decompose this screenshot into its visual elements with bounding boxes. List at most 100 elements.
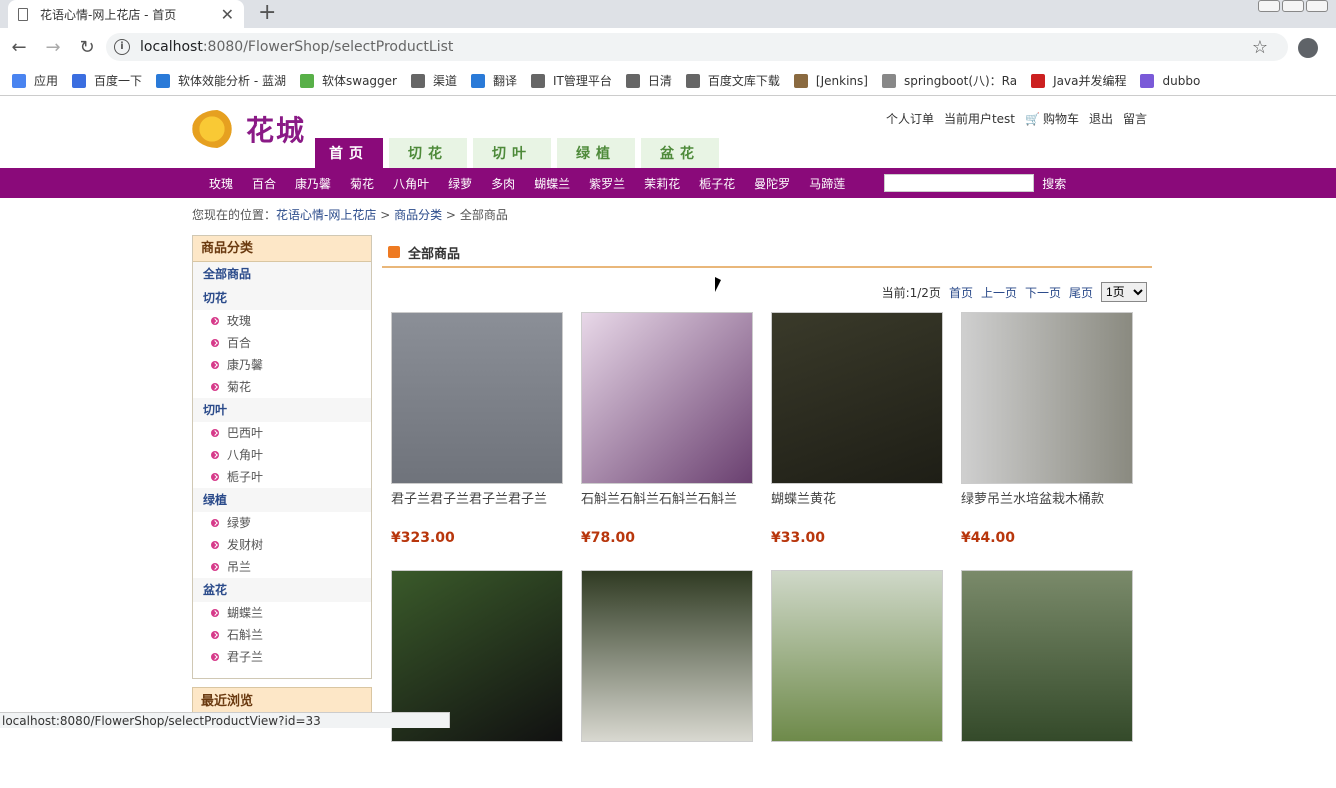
forward-icon[interactable]: →	[38, 37, 68, 58]
logout-link[interactable]: 退出	[1089, 110, 1113, 127]
bookmark-favicon-icon	[156, 73, 171, 88]
category-link[interactable]: 茉莉花	[644, 175, 680, 192]
sidebar-group[interactable]: 盆花	[193, 578, 371, 602]
sidebar-group[interactable]: 切叶	[193, 398, 371, 422]
product-image[interactable]	[771, 570, 943, 742]
bookmark-item[interactable]: 日清	[625, 72, 672, 89]
product-image[interactable]	[771, 312, 943, 484]
page-select[interactable]: 1页	[1101, 282, 1147, 302]
sidebar-item[interactable]: 蝴蝶兰	[193, 602, 371, 624]
product-name[interactable]: 蝴蝶兰黄花	[771, 488, 943, 508]
bookmark-item[interactable]: springboot(八)：Ra	[881, 72, 1017, 89]
category-link[interactable]: 八角叶	[393, 175, 429, 192]
reload-icon[interactable]: ↻	[72, 37, 102, 58]
bookmark-item[interactable]: 翻译	[471, 72, 517, 89]
message-link[interactable]: 留言	[1123, 110, 1147, 127]
category-link[interactable]: 菊花	[350, 175, 374, 192]
pager-next[interactable]: 下一页	[1025, 284, 1061, 301]
main-nav-tab[interactable]: 切叶	[473, 138, 551, 168]
category-link[interactable]: 康乃馨	[295, 175, 331, 192]
sidebar-item[interactable]: 菊花	[193, 376, 371, 398]
pager-last[interactable]: 尾页	[1069, 284, 1093, 301]
product-image[interactable]	[961, 570, 1133, 742]
product-card[interactable]: 绿萝吊兰水培盆栽木桶款 ¥44.00	[961, 312, 1133, 546]
sidebar-item[interactable]: 栀子叶	[193, 466, 371, 488]
sidebar-item[interactable]: 玫瑰	[193, 310, 371, 332]
product-name[interactable]	[771, 746, 943, 766]
bookmark-item[interactable]: 应用	[12, 72, 58, 89]
close-window-icon[interactable]	[1306, 0, 1328, 12]
category-link[interactable]: 栀子花	[699, 175, 735, 192]
pager-prev[interactable]: 上一页	[981, 284, 1017, 301]
sidebar-item[interactable]: 绿萝	[193, 512, 371, 534]
product-image[interactable]	[391, 312, 563, 484]
browser-tab[interactable]: 花语心情-网上花店 - 首页 ✕	[8, 0, 244, 28]
sidebar-item[interactable]: 康乃馨	[193, 354, 371, 376]
new-tab-icon[interactable]: +	[258, 2, 276, 24]
breadcrumb-home[interactable]: 花语心情-网上花店	[276, 208, 376, 222]
account-avatar-icon[interactable]	[1298, 38, 1318, 58]
product-card[interactable]	[961, 570, 1133, 788]
search-input[interactable]	[884, 174, 1035, 192]
product-name[interactable]	[391, 746, 563, 766]
close-tab-icon[interactable]: ✕	[221, 5, 234, 24]
bookmark-item[interactable]: [Jenkins]	[793, 73, 868, 88]
product-image[interactable]	[581, 570, 753, 742]
product-image[interactable]	[581, 312, 753, 484]
sidebar-group[interactable]: 绿植	[193, 488, 371, 512]
maximize-icon[interactable]	[1282, 0, 1304, 12]
product-card[interactable]: 蝴蝶兰黄花 ¥33.00	[771, 312, 943, 546]
minimize-icon[interactable]	[1258, 0, 1280, 12]
cart-link[interactable]: 🛒 购物车	[1025, 110, 1079, 127]
back-icon[interactable]: ←	[4, 37, 34, 58]
category-link[interactable]: 百合	[252, 175, 276, 192]
category-link[interactable]: 曼陀罗	[754, 175, 790, 192]
bookmark-item[interactable]: dubbo	[1140, 73, 1200, 88]
breadcrumb-category[interactable]: 商品分类	[394, 208, 442, 222]
product-card[interactable]: 君子兰君子兰君子兰君子兰 ¥323.00	[391, 312, 563, 546]
sidebar-item[interactable]: 发财树	[193, 534, 371, 556]
bookmark-item[interactable]: Java并发编程	[1031, 72, 1126, 89]
sidebar-all[interactable]: 全部商品	[193, 262, 371, 286]
product-card[interactable]	[391, 570, 563, 788]
product-image[interactable]	[961, 312, 1133, 484]
product-name[interactable]: 绿萝吊兰水培盆栽木桶款	[961, 488, 1133, 508]
bookmark-item[interactable]: IT管理平台	[531, 72, 612, 89]
bookmark-item[interactable]: 软体swagger	[300, 72, 397, 89]
info-icon[interactable]: i	[114, 39, 130, 55]
sidebar-item[interactable]: 百合	[193, 332, 371, 354]
main-nav-tab[interactable]: 绿植	[557, 138, 635, 168]
bookmark-item[interactable]: 软体效能分析 - 蓝湖	[156, 72, 286, 89]
sidebar-item[interactable]: 石斛兰	[193, 624, 371, 646]
orders-link[interactable]: 个人订单	[886, 110, 934, 127]
bookmark-item[interactable]: 百度一下	[72, 72, 142, 89]
category-link[interactable]: 玫瑰	[209, 175, 233, 192]
category-link[interactable]: 多肉	[491, 175, 515, 192]
site-logo[interactable]: 花城	[192, 108, 312, 150]
product-name[interactable]: 石斛兰石斛兰石斛兰石斛兰	[581, 488, 753, 508]
bookmark-star-icon[interactable]: ☆	[1252, 37, 1268, 58]
sidebar-item[interactable]: 吊兰	[193, 556, 371, 578]
main-nav-tab[interactable]: 盆花	[641, 138, 719, 168]
category-link[interactable]: 紫罗兰	[589, 175, 625, 192]
product-name[interactable]	[961, 746, 1133, 766]
product-card[interactable]: 石斛兰石斛兰石斛兰石斛兰 ¥78.00	[581, 312, 753, 546]
bookmark-item[interactable]: 百度文库下载	[685, 72, 780, 89]
main-nav-tab[interactable]: 切花	[389, 138, 467, 168]
product-name[interactable]: 君子兰君子兰君子兰君子兰	[391, 488, 563, 508]
sidebar-item[interactable]: 君子兰	[193, 646, 371, 668]
sidebar-item[interactable]: 巴西叶	[193, 422, 371, 444]
category-link[interactable]: 绿萝	[448, 175, 472, 192]
search-button[interactable]: 搜索	[1042, 175, 1066, 192]
bookmark-item[interactable]: 渠道	[410, 72, 457, 89]
product-card[interactable]	[581, 570, 753, 788]
category-link[interactable]: 蝴蝶兰	[534, 175, 570, 192]
pager-first[interactable]: 首页	[949, 284, 973, 301]
product-card[interactable]	[771, 570, 943, 788]
main-nav-tab[interactable]: 首页	[315, 138, 383, 168]
sidebar-item[interactable]: 八角叶	[193, 444, 371, 466]
product-name[interactable]	[581, 746, 753, 766]
category-link[interactable]: 马蹄莲	[809, 175, 845, 192]
sidebar-group[interactable]: 切花	[193, 286, 371, 310]
url-bar[interactable]: i localhost:8080/FlowerShop/selectProduc…	[106, 33, 1288, 61]
